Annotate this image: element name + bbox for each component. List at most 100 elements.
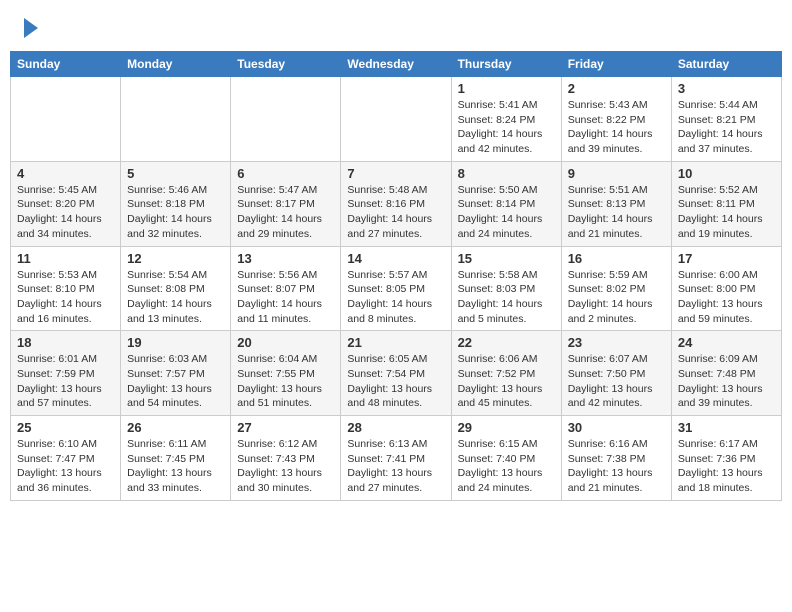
calendar-cell: 6Sunrise: 5:47 AM Sunset: 8:17 PM Daylig… [231, 161, 341, 246]
day-number: 1 [458, 81, 555, 96]
calendar-header-friday: Friday [561, 52, 671, 77]
day-number: 10 [678, 166, 775, 181]
calendar-cell: 10 Sunrise: 5:52 AM Sunset: 8:11 PM Dayli… [671, 161, 781, 246]
day-number: 14 [347, 251, 444, 266]
day-number: 31 [678, 420, 775, 435]
day-number: 6 [237, 166, 334, 181]
day-info: Sunrise: 5:46 AM Sunset: 8:18 PM Dayligh… [127, 183, 224, 242]
calendar-cell: 7 Sunrise: 5:48 AM Sunset: 8:16 PM Daylig… [341, 161, 451, 246]
calendar-header-thursday: Thursday [451, 52, 561, 77]
calendar-cell: 12 Sunrise: 5:54 AM Sunset: 8:08 PM Dayli… [121, 246, 231, 331]
day-info: Sunrise: 6:11 AM Sunset: 7:45 PM Dayligh… [127, 437, 224, 496]
calendar-week-row: 25 Sunrise: 6:10 AM Sunset: 7:47 PM Dayli… [11, 416, 782, 501]
calendar-cell: 5 Sunrise: 5:46 AM Sunset: 8:18 PM Daylig… [121, 161, 231, 246]
calendar-header-sunday: Sunday [11, 52, 121, 77]
day-info: Sunrise: 5:57 AM Sunset: 8:05 PM Dayligh… [347, 268, 444, 327]
day-number: 21 [347, 335, 444, 350]
calendar-cell: 20Sunrise: 6:04 AM Sunset: 7:55 PM Dayli… [231, 331, 341, 416]
day-number: 16 [568, 251, 665, 266]
calendar-cell: 14 Sunrise: 5:57 AM Sunset: 8:05 PM Dayli… [341, 246, 451, 331]
calendar-cell: 16 Sunrise: 5:59 AM Sunset: 8:02 PM Dayli… [561, 246, 671, 331]
day-info: Sunrise: 6:01 AM Sunset: 7:59 PM Dayligh… [17, 352, 114, 411]
day-info: Sunrise: 6:16 AM Sunset: 7:38 PM Dayligh… [568, 437, 665, 496]
day-info: Sunrise: 5:44 AM Sunset: 8:21 PM Dayligh… [678, 98, 775, 157]
calendar-cell: 11 Sunrise: 5:53 AM Sunset: 8:10 PM Dayli… [11, 246, 121, 331]
day-info: Sunrise: 5:59 AM Sunset: 8:02 PM Dayligh… [568, 268, 665, 327]
calendar-cell: 21 Sunrise: 6:05 AM Sunset: 7:54 PM Dayli… [341, 331, 451, 416]
day-number: 5 [127, 166, 224, 181]
day-number: 30 [568, 420, 665, 435]
calendar-cell: 4Sunrise: 5:45 AM Sunset: 8:20 PM Daylig… [11, 161, 121, 246]
calendar-cell: 19 Sunrise: 6:03 AM Sunset: 7:57 PM Dayli… [121, 331, 231, 416]
calendar-cell: 2 Sunrise: 5:43 AM Sunset: 8:22 PM Daylig… [561, 77, 671, 162]
day-number: 26 [127, 420, 224, 435]
day-info: Sunrise: 5:43 AM Sunset: 8:22 PM Dayligh… [568, 98, 665, 157]
day-number: 22 [458, 335, 555, 350]
calendar-cell: 24 Sunrise: 6:09 AM Sunset: 7:48 PM Dayli… [671, 331, 781, 416]
day-info: Sunrise: 5:56 AM Sunset: 8:07 PM Dayligh… [237, 268, 334, 327]
calendar-header-monday: Monday [121, 52, 231, 77]
day-number: 18 [17, 335, 114, 350]
day-info: Sunrise: 6:04 AM Sunset: 7:55 PM Dayligh… [237, 352, 334, 411]
calendar-cell: 25 Sunrise: 6:10 AM Sunset: 7:47 PM Dayli… [11, 416, 121, 501]
day-info: Sunrise: 6:00 AM Sunset: 8:00 PM Dayligh… [678, 268, 775, 327]
calendar-cell: 18 Sunrise: 6:01 AM Sunset: 7:59 PM Dayli… [11, 331, 121, 416]
calendar-cell: 17 Sunrise: 6:00 AM Sunset: 8:00 PM Dayli… [671, 246, 781, 331]
calendar-week-row: 4Sunrise: 5:45 AM Sunset: 8:20 PM Daylig… [11, 161, 782, 246]
calendar-cell: 22 Sunrise: 6:06 AM Sunset: 7:52 PM Dayli… [451, 331, 561, 416]
day-info: Sunrise: 5:41 AM Sunset: 8:24 PM Dayligh… [458, 98, 555, 157]
calendar-cell [231, 77, 341, 162]
calendar-cell: 9 Sunrise: 5:51 AM Sunset: 8:13 PM Daylig… [561, 161, 671, 246]
day-number: 23 [568, 335, 665, 350]
calendar-week-row: 18 Sunrise: 6:01 AM Sunset: 7:59 PM Dayli… [11, 331, 782, 416]
day-info: Sunrise: 5:53 AM Sunset: 8:10 PM Dayligh… [17, 268, 114, 327]
day-number: 17 [678, 251, 775, 266]
calendar-header-wednesday: Wednesday [341, 52, 451, 77]
day-info: Sunrise: 5:50 AM Sunset: 8:14 PM Dayligh… [458, 183, 555, 242]
calendar-cell [121, 77, 231, 162]
day-info: Sunrise: 6:05 AM Sunset: 7:54 PM Dayligh… [347, 352, 444, 411]
logo [24, 18, 38, 43]
day-number: 28 [347, 420, 444, 435]
calendar-cell: 3Sunrise: 5:44 AM Sunset: 8:21 PM Daylig… [671, 77, 781, 162]
day-number: 11 [17, 251, 114, 266]
day-info: Sunrise: 5:51 AM Sunset: 8:13 PM Dayligh… [568, 183, 665, 242]
day-number: 25 [17, 420, 114, 435]
calendar-cell: 26 Sunrise: 6:11 AM Sunset: 7:45 PM Dayli… [121, 416, 231, 501]
calendar-cell: 27Sunrise: 6:12 AM Sunset: 7:43 PM Dayli… [231, 416, 341, 501]
calendar-cell [11, 77, 121, 162]
day-info: Sunrise: 6:03 AM Sunset: 7:57 PM Dayligh… [127, 352, 224, 411]
day-info: Sunrise: 5:52 AM Sunset: 8:11 PM Dayligh… [678, 183, 775, 242]
day-info: Sunrise: 5:58 AM Sunset: 8:03 PM Dayligh… [458, 268, 555, 327]
calendar-header-saturday: Saturday [671, 52, 781, 77]
calendar-cell: 28 Sunrise: 6:13 AM Sunset: 7:41 PM Dayli… [341, 416, 451, 501]
day-number: 7 [347, 166, 444, 181]
day-number: 12 [127, 251, 224, 266]
day-number: 19 [127, 335, 224, 350]
calendar-table: SundayMondayTuesdayWednesdayThursdayFrid… [10, 51, 782, 501]
day-info: Sunrise: 6:15 AM Sunset: 7:40 PM Dayligh… [458, 437, 555, 496]
day-info: Sunrise: 6:06 AM Sunset: 7:52 PM Dayligh… [458, 352, 555, 411]
day-number: 24 [678, 335, 775, 350]
day-number: 29 [458, 420, 555, 435]
calendar-cell: 1 Sunrise: 5:41 AM Sunset: 8:24 PM Daylig… [451, 77, 561, 162]
calendar-cell [341, 77, 451, 162]
calendar-week-row: 11 Sunrise: 5:53 AM Sunset: 8:10 PM Dayli… [11, 246, 782, 331]
logo-triangle-icon [24, 18, 38, 38]
day-info: Sunrise: 6:09 AM Sunset: 7:48 PM Dayligh… [678, 352, 775, 411]
day-number: 2 [568, 81, 665, 96]
day-info: Sunrise: 5:48 AM Sunset: 8:16 PM Dayligh… [347, 183, 444, 242]
day-number: 15 [458, 251, 555, 266]
calendar-cell: 29 Sunrise: 6:15 AM Sunset: 7:40 PM Dayli… [451, 416, 561, 501]
day-info: Sunrise: 6:07 AM Sunset: 7:50 PM Dayligh… [568, 352, 665, 411]
day-info: Sunrise: 5:54 AM Sunset: 8:08 PM Dayligh… [127, 268, 224, 327]
page-header [0, 0, 792, 51]
calendar-cell: 23 Sunrise: 6:07 AM Sunset: 7:50 PM Dayli… [561, 331, 671, 416]
day-info: Sunrise: 6:13 AM Sunset: 7:41 PM Dayligh… [347, 437, 444, 496]
day-number: 8 [458, 166, 555, 181]
calendar-cell: 13Sunrise: 5:56 AM Sunset: 8:07 PM Dayli… [231, 246, 341, 331]
calendar-cell: 15 Sunrise: 5:58 AM Sunset: 8:03 PM Dayli… [451, 246, 561, 331]
day-number: 9 [568, 166, 665, 181]
day-info: Sunrise: 6:10 AM Sunset: 7:47 PM Dayligh… [17, 437, 114, 496]
day-number: 27 [237, 420, 334, 435]
